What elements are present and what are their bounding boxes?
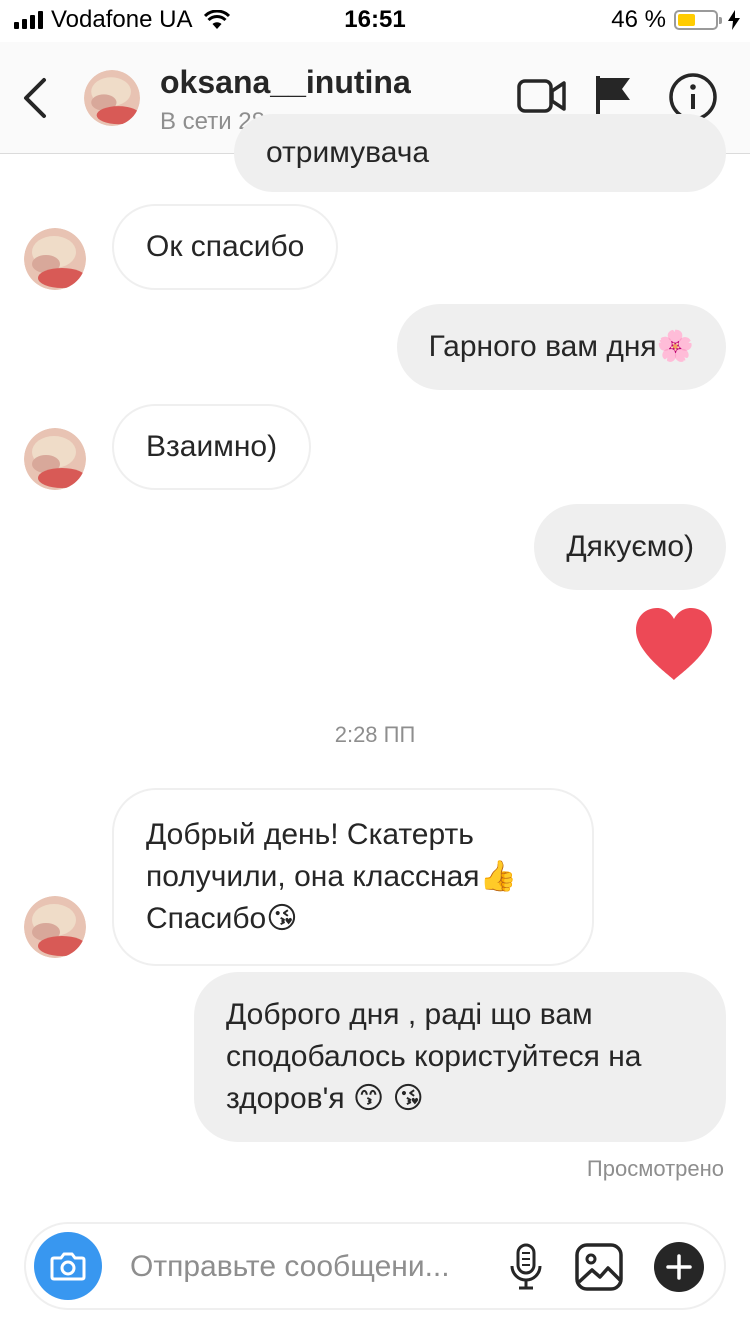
- message-text-line: Доброго дня , раді що вам: [226, 998, 593, 1031]
- avatar[interactable]: [24, 428, 86, 490]
- avatar[interactable]: [24, 228, 86, 290]
- message-text: Ок спасибо: [146, 230, 305, 263]
- message-input[interactable]: [130, 1244, 490, 1290]
- status-bar: Vodafone UA 16:51 46 %: [0, 0, 750, 42]
- heart-icon: [636, 608, 712, 680]
- contact-name[interactable]: oksana__inutina: [160, 64, 411, 101]
- message-bubble-outgoing: Гарного вам дня🌸: [396, 304, 726, 390]
- message-text-line: Добрый день! Скатерть: [146, 818, 474, 851]
- charging-icon: [728, 10, 740, 30]
- battery-icon: [674, 10, 722, 30]
- add-button[interactable]: [654, 1242, 704, 1292]
- message-bubble-outgoing: Доброго дня , раді що вам сподобалось ко…: [194, 972, 726, 1142]
- camera-button[interactable]: [34, 1232, 102, 1300]
- message-text: Гарного вам дня🌸: [428, 330, 694, 363]
- plus-icon: [666, 1254, 692, 1280]
- flag-icon[interactable]: [594, 72, 634, 120]
- microphone-icon[interactable]: [506, 1242, 546, 1292]
- message-text-line: здоров'я 😙 😘: [226, 1082, 424, 1115]
- message-composer: [24, 1222, 726, 1310]
- message-text: отримувача: [266, 136, 430, 169]
- seen-indicator: Просмотрено: [586, 1156, 724, 1181]
- message-text-line: Спасибо😘: [146, 902, 298, 935]
- back-chevron-icon[interactable]: [20, 76, 52, 120]
- status-right: 46 %: [611, 6, 740, 34]
- message-text: Дякуємо): [566, 530, 694, 563]
- message-bubble-incoming: Добрый день! Скатерть получили, она клас…: [112, 788, 594, 966]
- avatar[interactable]: [84, 70, 140, 126]
- message-bubble-outgoing: Дякуємо): [534, 504, 726, 590]
- message-text-line: получили, она классная👍: [146, 860, 517, 893]
- gallery-icon[interactable]: [574, 1242, 624, 1292]
- video-call-icon[interactable]: [516, 72, 568, 120]
- avatar[interactable]: [24, 896, 86, 958]
- message-text-line: сподобалось користуйтеся на: [226, 1040, 642, 1073]
- battery-percent: 46 %: [611, 6, 666, 33]
- message-timestamp: 2:28 ПП: [334, 722, 416, 747]
- message-text: Взаимно): [146, 430, 278, 463]
- message-bubble-incoming: Ок спасибо: [112, 204, 339, 290]
- message-bubble-outgoing: отримувача: [234, 114, 726, 192]
- camera-icon: [50, 1252, 86, 1281]
- message-bubble-incoming: Взаимно): [112, 404, 312, 490]
